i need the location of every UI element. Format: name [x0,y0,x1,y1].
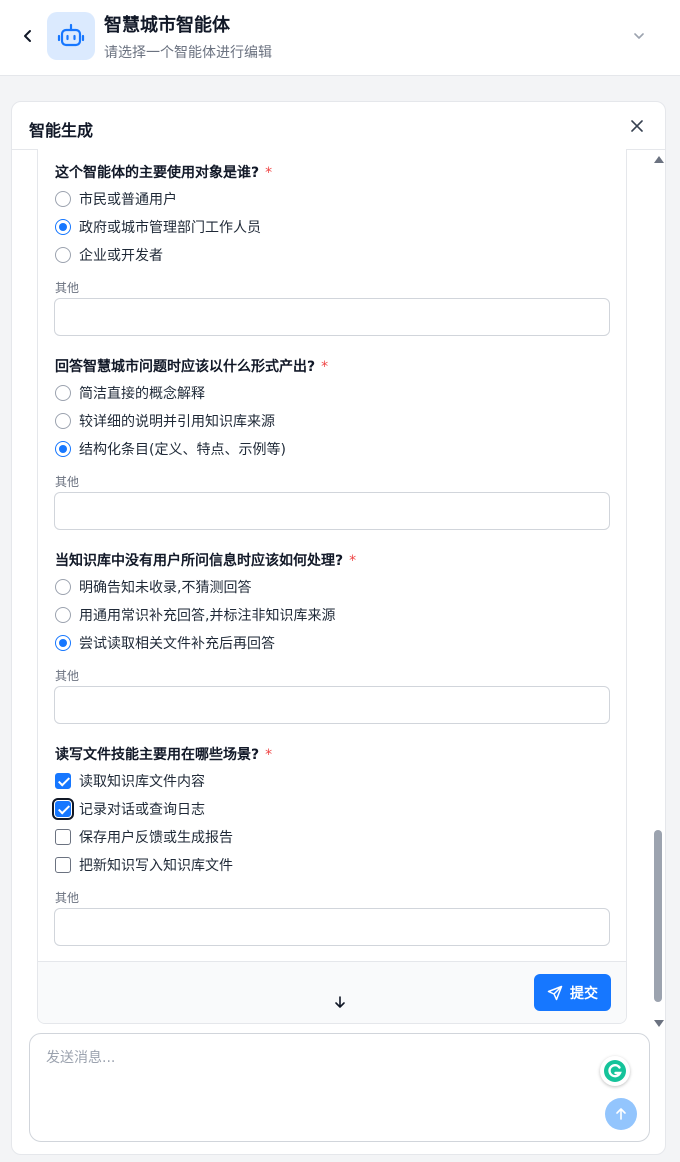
other-label: 其他 [55,669,80,683]
radio-button[interactable] [55,247,71,263]
option-label: 用通用常识补充回答,并标注非知识库来源 [79,608,336,624]
grammarly-g-icon [604,1060,626,1082]
option-label: 明确告知未收录,不猜测回答 [79,580,252,596]
radio-button[interactable] [55,385,71,401]
option-label: 市民或普通用户 [79,192,177,208]
chevron-left-icon [24,30,31,42]
required-mark: * [265,165,273,181]
option-label: 政府或城市管理部门工作人员 [79,220,261,236]
required-mark: * [265,747,273,763]
radio-button[interactable] [55,191,71,207]
panel-header: 智能生成 [12,102,665,150]
question-title: 这个智能体的主要使用对象是谁? * [55,165,273,181]
other-input[interactable] [54,908,610,946]
question-title: 回答智慧城市问题时应该以什么形式产出? * [55,359,329,375]
panel-title: 智能生成 [29,121,94,140]
form-scroll-area[interactable]: 这个智能体的主要使用对象是谁? * 市民或普通用户 政府或城市管理部门工作人员 企… [38,149,626,961]
checkbox-checked[interactable] [55,773,71,789]
question-title: 当知识库中没有用户所问信息时应该如何处理? * [55,553,357,569]
option-label: 尝试读取相关文件补充后再回答 [79,636,275,652]
close-button[interactable] [626,115,648,137]
message-input[interactable] [46,1044,586,1072]
submit-label: 提交 [570,985,598,1002]
question-form: 这个智能体的主要使用对象是谁? * 市民或普通用户 政府或城市管理部门工作人员 企… [37,149,627,1024]
robot-icon [57,23,85,47]
radio-option[interactable]: 明确告知未收录,不猜测回答 [55,577,251,597]
required-mark: * [349,553,357,569]
other-label: 其他 [55,891,80,905]
radio-option[interactable]: 企业或开发者 [55,245,163,265]
arrow-up-icon [616,1108,626,1120]
radio-option[interactable]: 市民或普通用户 [55,189,177,209]
agent-subtitle: 请选择一个智能体进行编辑 [104,45,272,61]
other-input[interactable] [54,492,610,530]
other-label: 其他 [55,475,80,489]
option-label: 把新知识写入知识库文件 [79,858,233,874]
question-title: 读写文件技能主要用在哪些场景? * [55,747,273,763]
option-label: 结构化条目(定义、特点、示例等) [79,442,286,458]
radio-button-selected[interactable] [55,441,71,457]
scroll-up-arrow-icon[interactable] [654,156,664,163]
checkbox-option[interactable]: 保存用户反馈或生成报告 [55,827,233,847]
radio-button-selected[interactable] [55,219,71,235]
submit-button[interactable]: 提交 [534,974,611,1011]
option-label: 保存用户反馈或生成报告 [79,830,233,846]
other-input[interactable] [54,686,610,724]
checkbox-option[interactable]: 记录对话或查询日志 [52,798,205,820]
option-label: 较详细的说明并引用知识库来源 [79,414,275,430]
close-icon [631,120,643,132]
other-input[interactable] [54,298,610,336]
radio-button[interactable] [55,413,71,429]
grammarly-icon[interactable] [600,1056,630,1086]
radio-option[interactable]: 较详细的说明并引用知识库来源 [55,411,275,431]
radio-option[interactable]: 结构化条目(定义、特点、示例等) [55,439,286,459]
radio-button[interactable] [55,607,71,623]
radio-button-selected[interactable] [55,635,71,651]
agent-name: 智慧城市智能体 [104,15,230,36]
send-button[interactable] [605,1098,637,1130]
top-bar: 智慧城市智能体 请选择一个智能体进行编辑 [0,0,680,76]
checkbox[interactable] [55,829,71,845]
required-mark: * [321,359,329,375]
option-label: 记录对话或查询日志 [79,802,205,818]
scrollbar-thumb[interactable] [654,830,662,1002]
radio-option[interactable]: 政府或城市管理部门工作人员 [55,217,261,237]
radio-option[interactable]: 简洁直接的概念解释 [55,383,205,403]
send-icon [547,985,563,1000]
agent-avatar [47,12,95,60]
checkbox-checked-focused[interactable] [52,798,74,820]
scrollbar[interactable] [652,152,666,1032]
other-label: 其他 [55,281,80,295]
checkbox-option[interactable]: 把新知识写入知识库文件 [55,855,233,875]
option-label: 简洁直接的概念解释 [79,386,205,402]
radio-option[interactable]: 用通用常识补充回答,并标注非知识库来源 [55,605,335,625]
radio-option[interactable]: 尝试读取相关文件补充后再回答 [55,633,275,653]
scroll-down-button[interactable] [330,992,350,1012]
chevron-down-icon [634,33,644,39]
chat-composer [29,1033,650,1142]
checkbox[interactable] [55,857,71,873]
form-footer: 提交 [38,961,626,1023]
scroll-down-arrow-icon[interactable] [654,1020,664,1027]
checkbox-option[interactable]: 读取知识库文件内容 [55,771,205,791]
arrow-down-icon [335,996,345,1008]
radio-button[interactable] [55,579,71,595]
back-button[interactable] [16,24,40,48]
agent-selector-dropdown[interactable] [627,24,651,48]
smart-generate-panel: 智能生成 这个智能体的主要使用对象是谁? * 市民或普通用户 政府或城市管理部门工… [11,101,666,1155]
option-label: 企业或开发者 [79,248,163,264]
option-label: 读取知识库文件内容 [79,774,205,790]
